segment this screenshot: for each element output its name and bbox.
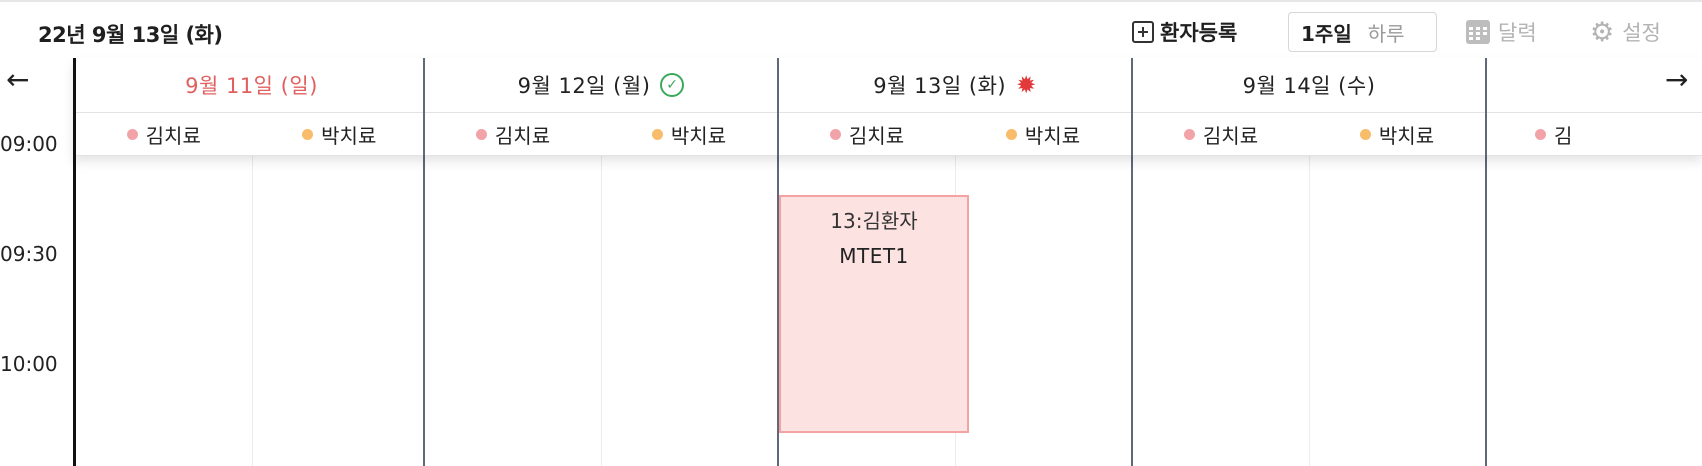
day-columns: 9월 11일 (일) 김치료 박치료 9월 12일 (월) ✓ 김치료 박치료 … (73, 58, 1702, 466)
therapist-kim: 김치료 (1133, 113, 1309, 155)
therapist-park: 박치료 (1309, 113, 1485, 155)
day-header-label: 9월 11일 (일) (185, 74, 318, 98)
therapist-divider (1309, 156, 1310, 466)
view-day-option[interactable]: 하루 (1352, 18, 1405, 47)
therapist-row: 김치료 박치료 (425, 112, 777, 156)
view-toggle: 1주일 하루 (1288, 12, 1437, 52)
day-header-label: 9월 13일 (화) (873, 74, 1007, 98)
register-patient-label: 환자등록 (1160, 21, 1238, 45)
time-label: 09:30 (0, 242, 58, 266)
therapist-name: 김치료 (494, 123, 551, 148)
therapist-park: 박치료 (955, 113, 1131, 155)
calendar-icon (1466, 20, 1490, 44)
therapist-kim: 김 (1487, 113, 1572, 155)
week-calendar: ← 09:00 09:30 10:00 9월 11일 (일) 김치료 박치료 9… (0, 58, 1702, 466)
settings-button[interactable]: ⚙ 설정 (1590, 17, 1661, 47)
day-header[interactable]: 9월 14일 (수) (1133, 58, 1485, 112)
time-column: 09:00 09:30 10:00 (0, 58, 73, 466)
therapist-park: 박치료 (252, 113, 428, 155)
therapist-name: 박치료 (1024, 123, 1081, 148)
day-header[interactable]: 9월 13일 (화) ✹ (779, 58, 1131, 112)
appointment-patient: 13:김환자 (830, 209, 918, 233)
therapist-row: 김치료 박치료 (76, 112, 427, 156)
day-column: 9월 14일 (수) 김치료 박치료 (1131, 58, 1485, 466)
day-column: 9월 11일 (일) 김치료 박치료 (73, 58, 427, 466)
therapist-name: 김치료 (145, 123, 201, 148)
therapist-name: 김치료 (1202, 123, 1259, 148)
day-column: 9월 12일 (월) ✓ 김치료 박치료 (423, 58, 777, 466)
therapist-dot (475, 128, 487, 140)
check-circle-icon: ✓ (660, 73, 685, 97)
therapist-dot (829, 128, 841, 140)
therapist-kim: 김치료 (425, 113, 601, 155)
therapist-dot (1535, 128, 1546, 140)
therapist-name: 박치료 (670, 123, 727, 148)
day-column-partial: 김 (1485, 58, 1702, 466)
top-bar: 22년 9월 13일 (화) 환자등록 1주일 하루 달력 ⚙ 설정 (0, 0, 1702, 58)
time-label: 09:00 (0, 132, 58, 156)
therapist-dot (1359, 128, 1371, 140)
next-week-arrow-icon[interactable]: → (1665, 66, 1688, 94)
therapist-dot (126, 128, 138, 140)
therapist-kim: 김치료 (779, 113, 955, 155)
time-label: 10:00 (0, 352, 58, 376)
calendar-label: 달력 (1498, 21, 1537, 45)
therapist-dot (1183, 128, 1195, 140)
therapist-row: 김치료 박치료 (1133, 112, 1485, 156)
day-header[interactable]: 9월 12일 (월) ✓ (425, 58, 777, 112)
therapist-kim: 김치료 (76, 113, 252, 155)
therapist-name: 박치료 (321, 123, 377, 148)
appointment-block[interactable]: 13:김환자 MTET1 (779, 195, 969, 433)
therapist-name: 김치료 (848, 123, 905, 148)
register-patient-button[interactable]: 환자등록 (1132, 18, 1237, 46)
day-header-label: 9월 14일 (수) (1242, 74, 1376, 98)
today-sun-icon: ✹ (1016, 71, 1037, 99)
day-header[interactable]: 9월 11일 (일) (76, 58, 427, 112)
plus-square-icon (1132, 21, 1154, 43)
day-column-today: 9월 13일 (화) ✹ 김치료 박치료 13:김환자 MTET1 (777, 58, 1131, 466)
day-header-label: 9월 12일 (월) (517, 74, 651, 98)
calendar-button[interactable]: 달력 (1466, 17, 1537, 47)
therapist-dot (1005, 128, 1017, 140)
therapist-name: 박치료 (1378, 123, 1435, 148)
therapist-row: 김 (1487, 112, 1702, 156)
therapist-row: 김치료 박치료 (779, 112, 1131, 156)
view-week-option[interactable]: 1주일 (1289, 18, 1352, 47)
therapist-name-partial: 김 (1554, 123, 1573, 148)
therapist-divider (601, 156, 602, 466)
settings-label: 설정 (1622, 21, 1661, 45)
therapist-divider (251, 156, 253, 466)
therapist-dot (651, 128, 663, 140)
current-date: 22년 9월 13일 (화) (38, 23, 223, 47)
therapist-park: 박치료 (601, 113, 777, 155)
therapist-dot (302, 128, 314, 140)
appointment-treatment: MTET1 (839, 244, 909, 268)
gear-icon: ⚙ (1590, 16, 1615, 48)
